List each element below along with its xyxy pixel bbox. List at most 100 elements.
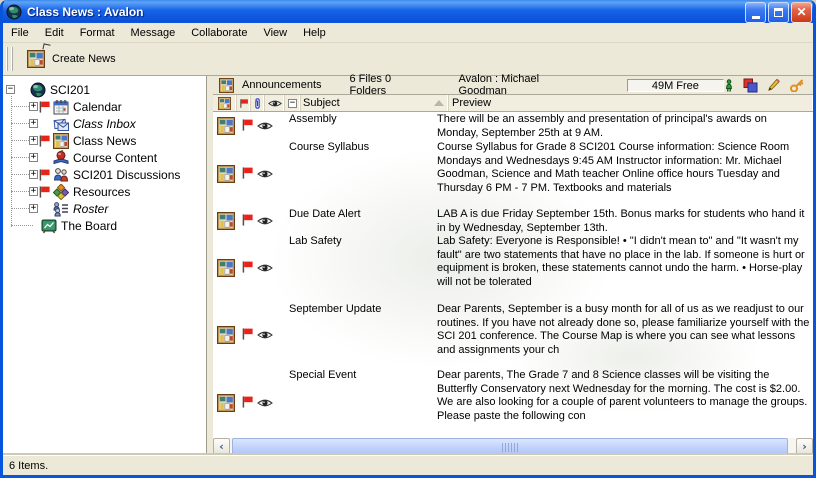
flag-icon — [241, 260, 254, 274]
menu-file[interactable]: File — [3, 25, 37, 41]
tree-item-label: Calendar — [72, 100, 122, 114]
menu-format[interactable]: Format — [72, 25, 123, 41]
message-preview: LAB A is due Friday September 15th. Bonu… — [437, 208, 811, 235]
message-preview: Lab Safety: Everyone is Responsible! • "… — [437, 235, 811, 289]
expand-expander[interactable]: + — [29, 170, 38, 179]
menu-view[interactable]: View — [255, 25, 295, 41]
scroll-right-button[interactable]: › — [796, 438, 813, 455]
create-news-label: Create News — [52, 53, 116, 65]
flag-icon — [38, 134, 51, 148]
tree-item-sci201[interactable]: − SCI201 — [3, 81, 206, 98]
inbox-icon — [52, 116, 70, 132]
tree-item-label: SCI201 Discussions — [72, 168, 180, 182]
tree-item-course-content[interactable]: + Course Content — [3, 149, 206, 166]
tree-item-label: Roster — [72, 202, 108, 216]
collapse-all-box-icon[interactable]: − — [285, 95, 301, 111]
tree-item-label: SCI201 — [49, 83, 90, 97]
flag-icon — [241, 395, 254, 409]
menu-help[interactable]: Help — [295, 25, 334, 41]
message-row[interactable]: September Update Dear Parents, September… — [213, 302, 813, 368]
application-window: Class News : Avalon ✕ File Edit Format M… — [0, 0, 816, 478]
message-row[interactable]: Course Syllabus Course Syllabus for Grad… — [213, 140, 813, 207]
eye-icon — [257, 169, 273, 179]
news-board-icon — [217, 165, 235, 183]
message-row[interactable]: Assembly There will be an assembly and p… — [213, 112, 813, 140]
tree-item-sci201-discussions[interactable]: + SCI201 Discussions — [3, 166, 206, 183]
pencil-icon[interactable] — [767, 78, 781, 92]
person-icon[interactable] — [724, 79, 734, 92]
globe-icon — [29, 82, 47, 98]
column-subject[interactable]: Subject — [301, 95, 449, 111]
conference-tree-pane: − SCI201 + Calendar + Class Inbox — [3, 76, 207, 455]
flag-icon — [38, 185, 51, 199]
free-space-indicator: 49M Free — [627, 79, 724, 92]
discussions-icon — [52, 167, 70, 183]
scrollbar-thumb[interactable] — [232, 438, 788, 455]
flag-icon — [38, 100, 51, 114]
create-news-button[interactable]: Create News — [23, 48, 120, 70]
news-board-icon — [217, 326, 235, 344]
tree-item-resources[interactable]: + Resources — [3, 183, 206, 200]
close-button[interactable]: ✕ — [791, 2, 812, 23]
window-title: Class News : Avalon — [27, 5, 743, 19]
tree-item-roster[interactable]: + Roster — [3, 200, 206, 217]
expand-expander[interactable]: + — [29, 119, 38, 128]
permission-icons — [724, 78, 805, 93]
tree-item-class-inbox[interactable]: + Class Inbox — [3, 115, 206, 132]
sort-ascending-icon — [434, 100, 444, 106]
expand-expander[interactable]: + — [29, 187, 38, 196]
maximize-button[interactable] — [768, 2, 789, 23]
tree-item-the-board[interactable]: The Board — [3, 217, 206, 234]
column-news-icon[interactable] — [213, 95, 237, 111]
minimize-button[interactable] — [745, 2, 766, 23]
message-preview: There will be an assembly and presentati… — [437, 113, 811, 140]
no-flag — [38, 202, 51, 216]
expand-expander[interactable]: + — [29, 136, 38, 145]
menu-bar: File Edit Format Message Collaborate Vie… — [3, 23, 813, 43]
flag-icon — [241, 166, 254, 180]
tree-item-calendar[interactable]: + Calendar — [3, 98, 206, 115]
tree-item-class-news[interactable]: + Class News — [3, 132, 206, 149]
toolbar-drag-handle[interactable] — [6, 47, 13, 71]
expand-expander[interactable]: + — [29, 204, 38, 213]
message-subject: Due Date Alert — [289, 208, 435, 222]
pane-title: Announcements — [242, 79, 322, 91]
column-paperclip-icon[interactable] — [251, 95, 265, 111]
news-board-icon — [217, 394, 235, 412]
layers-icon[interactable] — [743, 78, 758, 93]
column-eye-icon[interactable] — [265, 95, 285, 111]
flag-icon — [241, 118, 254, 132]
message-preview: Dear Parents, September is a busy month … — [437, 303, 811, 357]
news-board-icon — [52, 133, 70, 149]
tree-item-label: Course Content — [72, 151, 157, 165]
column-flag-icon[interactable] — [237, 95, 251, 111]
column-header-row: − Subject Preview — [213, 95, 813, 112]
message-row[interactable]: Special Event Dear parents, The Grade 7 … — [213, 368, 813, 438]
message-row[interactable]: Due Date Alert LAB A is due Friday Septe… — [213, 207, 813, 234]
menu-edit[interactable]: Edit — [37, 25, 72, 41]
message-row[interactable]: Lab Safety Lab Safety: Everyone is Respo… — [213, 234, 813, 302]
message-subject: September Update — [289, 303, 435, 317]
expand-expander[interactable]: + — [29, 102, 38, 111]
announcements-pane: Announcements 6 Files 0 Folders Avalon :… — [213, 76, 813, 455]
no-flag — [38, 117, 51, 131]
tree: − SCI201 + Calendar + Class Inbox — [3, 76, 206, 234]
message-preview: Course Syllabus for Grade 8 SCI201 Cours… — [437, 141, 811, 195]
message-subject: Special Event — [289, 369, 435, 383]
menu-message[interactable]: Message — [123, 25, 184, 41]
news-board-icon — [217, 117, 235, 135]
tree-item-label: Resources — [72, 185, 130, 199]
item-count: 6 Items. — [9, 460, 48, 472]
eye-icon — [257, 216, 273, 226]
menu-collaborate[interactable]: Collaborate — [183, 25, 255, 41]
news-board-icon — [219, 78, 234, 93]
main-area: − SCI201 + Calendar + Class Inbox — [3, 76, 813, 455]
collapse-expander[interactable]: − — [6, 85, 15, 94]
expand-expander[interactable]: + — [29, 153, 38, 162]
column-preview[interactable]: Preview — [449, 95, 813, 111]
scroll-left-button[interactable]: ‹ — [213, 438, 230, 455]
flag-icon — [38, 168, 51, 182]
app-globe-icon — [6, 4, 22, 20]
key-icon[interactable] — [790, 78, 805, 92]
horizontal-scrollbar[interactable]: ‹ › — [213, 438, 813, 455]
